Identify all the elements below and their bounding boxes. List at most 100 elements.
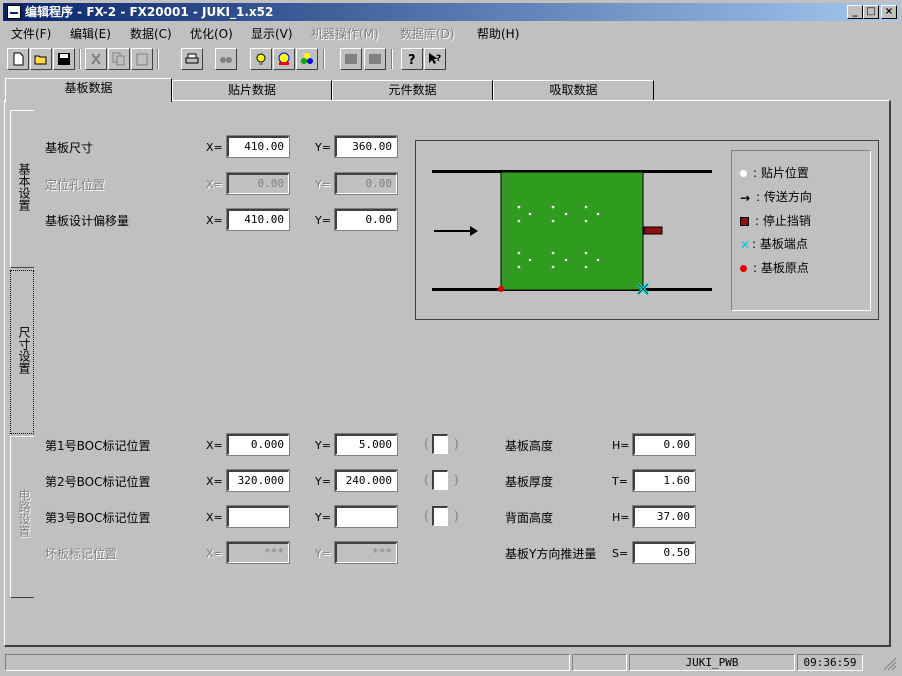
back-height-label: 背面高度 bbox=[505, 511, 554, 525]
x-prefix: X= bbox=[206, 547, 223, 560]
tab-pickup-data[interactable]: 吸取数据 bbox=[493, 80, 654, 100]
board-offset-y-input[interactable]: 0.00 bbox=[334, 208, 398, 231]
h-prefix: H= bbox=[612, 511, 630, 524]
menu-optimize[interactable]: 优化(O) bbox=[190, 25, 233, 42]
menu-file[interactable]: 文件(F) bbox=[11, 25, 51, 42]
y-prefix: Y= bbox=[315, 475, 331, 488]
cut-icon bbox=[91, 53, 101, 65]
context-help-button[interactable]: ? bbox=[424, 48, 446, 70]
help-icon: ? bbox=[408, 53, 416, 66]
x-prefix: X= bbox=[206, 214, 223, 227]
board-thickness-input[interactable]: 1.60 bbox=[632, 469, 696, 492]
new-button[interactable] bbox=[7, 48, 29, 70]
machine2-icon bbox=[369, 54, 381, 64]
copy-button[interactable] bbox=[108, 48, 130, 70]
menu-bar: 文件(F) 编辑(E) 数据(C) 优化(O) 显示(V) 机器操作(M) 数据… bbox=[3, 22, 899, 42]
y-prefix: Y= bbox=[315, 178, 331, 191]
y-prefix: Y= bbox=[315, 547, 331, 560]
menu-help[interactable]: 帮助(H) bbox=[477, 25, 519, 42]
bad-mark-y-input[interactable]: *** bbox=[334, 541, 398, 564]
legend-placement: : 贴片位置 bbox=[740, 164, 809, 181]
print-icon bbox=[185, 53, 199, 64]
board-size-y-input[interactable]: 360.00 bbox=[334, 135, 398, 158]
boc1-x-input[interactable]: 0.000 bbox=[226, 433, 290, 456]
t-prefix: T= bbox=[612, 475, 628, 488]
locate-hole-y-input[interactable]: 0.00 bbox=[334, 172, 398, 195]
open-icon bbox=[34, 55, 47, 65]
h-prefix: H= bbox=[612, 439, 630, 452]
locate-hole-x-input[interactable]: 0.00 bbox=[226, 172, 290, 195]
menu-view[interactable]: 显示(V) bbox=[251, 25, 293, 42]
light-button[interactable] bbox=[250, 48, 272, 70]
menu-machine[interactable]: 机器操作(M) bbox=[311, 25, 379, 42]
status-bar: JUKI_PWB 09:36:59 bbox=[3, 652, 899, 673]
boc2-label: 第2号BOC标记位置 bbox=[45, 475, 151, 489]
s-prefix: S= bbox=[612, 547, 629, 560]
x-prefix: X= bbox=[206, 439, 223, 452]
boc2-checkbox[interactable] bbox=[432, 470, 448, 490]
white-dot-icon bbox=[740, 170, 747, 177]
optimize-button[interactable] bbox=[273, 48, 295, 70]
boc2-x-input[interactable]: 320.000 bbox=[226, 469, 290, 492]
tab-component-data[interactable]: 元件数据 bbox=[332, 80, 493, 100]
machine2-button[interactable] bbox=[364, 48, 386, 70]
boc3-x-input[interactable] bbox=[226, 505, 290, 528]
status-pane-2 bbox=[572, 654, 627, 671]
legend-origin: : 基板原点 bbox=[740, 259, 809, 276]
save-button[interactable] bbox=[53, 48, 75, 70]
diagram-legend: : 贴片位置 →: 传送方向 : 停止挡销 ✕: 基板端点 : 基板原点 bbox=[731, 150, 871, 311]
minimize-button[interactable]: _ bbox=[847, 5, 863, 19]
x-prefix: X= bbox=[206, 178, 223, 191]
cyan-x-icon: ✕ bbox=[740, 237, 751, 252]
open-button[interactable] bbox=[30, 48, 52, 70]
close-button[interactable]: × bbox=[881, 5, 897, 19]
board-height-label: 基板高度 bbox=[505, 439, 554, 453]
new-icon bbox=[13, 52, 24, 66]
menu-database[interactable]: 数据库(D) bbox=[400, 25, 455, 42]
boc2-y-input[interactable]: 240.000 bbox=[334, 469, 398, 492]
find-button[interactable] bbox=[215, 48, 237, 70]
app-icon[interactable] bbox=[7, 5, 21, 19]
component-button[interactable] bbox=[296, 48, 318, 70]
help-button[interactable]: ? bbox=[401, 48, 423, 70]
side-tab-circuit[interactable]: 电路设置 bbox=[10, 436, 34, 598]
boc3-checkbox[interactable] bbox=[432, 506, 448, 526]
svg-text:?: ? bbox=[436, 54, 441, 64]
board-thickness-label: 基板厚度 bbox=[505, 475, 554, 489]
menu-data[interactable]: 数据(C) bbox=[130, 25, 172, 42]
maximize-button[interactable]: □ bbox=[863, 5, 879, 19]
boc3-label: 第3号BOC标记位置 bbox=[45, 511, 151, 525]
tab-placement-data[interactable]: 贴片数据 bbox=[172, 80, 332, 100]
bad-mark-label: 坏板标记位置 bbox=[45, 547, 118, 561]
side-tab-basic[interactable]: 基本设置 bbox=[10, 110, 34, 268]
machine-button[interactable] bbox=[340, 48, 362, 70]
status-time: 09:36:59 bbox=[797, 654, 863, 671]
cut-button[interactable] bbox=[85, 48, 107, 70]
y-prefix: Y= bbox=[315, 439, 331, 452]
boc1-checkbox[interactable] bbox=[432, 434, 448, 454]
board-height-input[interactable]: 0.00 bbox=[632, 433, 696, 456]
y-prefix: Y= bbox=[315, 511, 331, 524]
boc3-y-input[interactable] bbox=[334, 505, 398, 528]
x-prefix: X= bbox=[206, 475, 223, 488]
boc1-y-input[interactable]: 5.000 bbox=[334, 433, 398, 456]
title-bar[interactable]: 编辑程序 - FX-2 - FX20001 - JUKI_1.x52 _ □ × bbox=[3, 3, 899, 21]
print-button[interactable] bbox=[181, 48, 203, 70]
x-prefix: X= bbox=[206, 511, 223, 524]
optimize-icon bbox=[278, 52, 290, 65]
back-height-input[interactable]: 37.00 bbox=[632, 505, 696, 528]
tab-board-data[interactable]: 基板数据 bbox=[5, 78, 172, 102]
menu-edit[interactable]: 编辑(E) bbox=[70, 25, 111, 42]
resize-grip-icon[interactable] bbox=[883, 657, 897, 671]
bad-mark-x-input[interactable]: *** bbox=[226, 541, 290, 564]
x-prefix: X= bbox=[206, 141, 223, 154]
board-offset-x-input[interactable]: 410.00 bbox=[226, 208, 290, 231]
board-offset-label: 基板设计偏移量 bbox=[45, 214, 130, 228]
board-y-feed-input[interactable]: 0.50 bbox=[632, 541, 696, 564]
paste-button[interactable] bbox=[131, 48, 153, 70]
side-tab-size[interactable]: 尺寸设置 bbox=[10, 270, 34, 434]
red-square-icon bbox=[740, 217, 749, 226]
boc1-label: 第1号BOC标记位置 bbox=[45, 439, 151, 453]
legend-endpoint: ✕: 基板端点 bbox=[740, 237, 808, 252]
board-size-x-input[interactable]: 410.00 bbox=[226, 135, 290, 158]
